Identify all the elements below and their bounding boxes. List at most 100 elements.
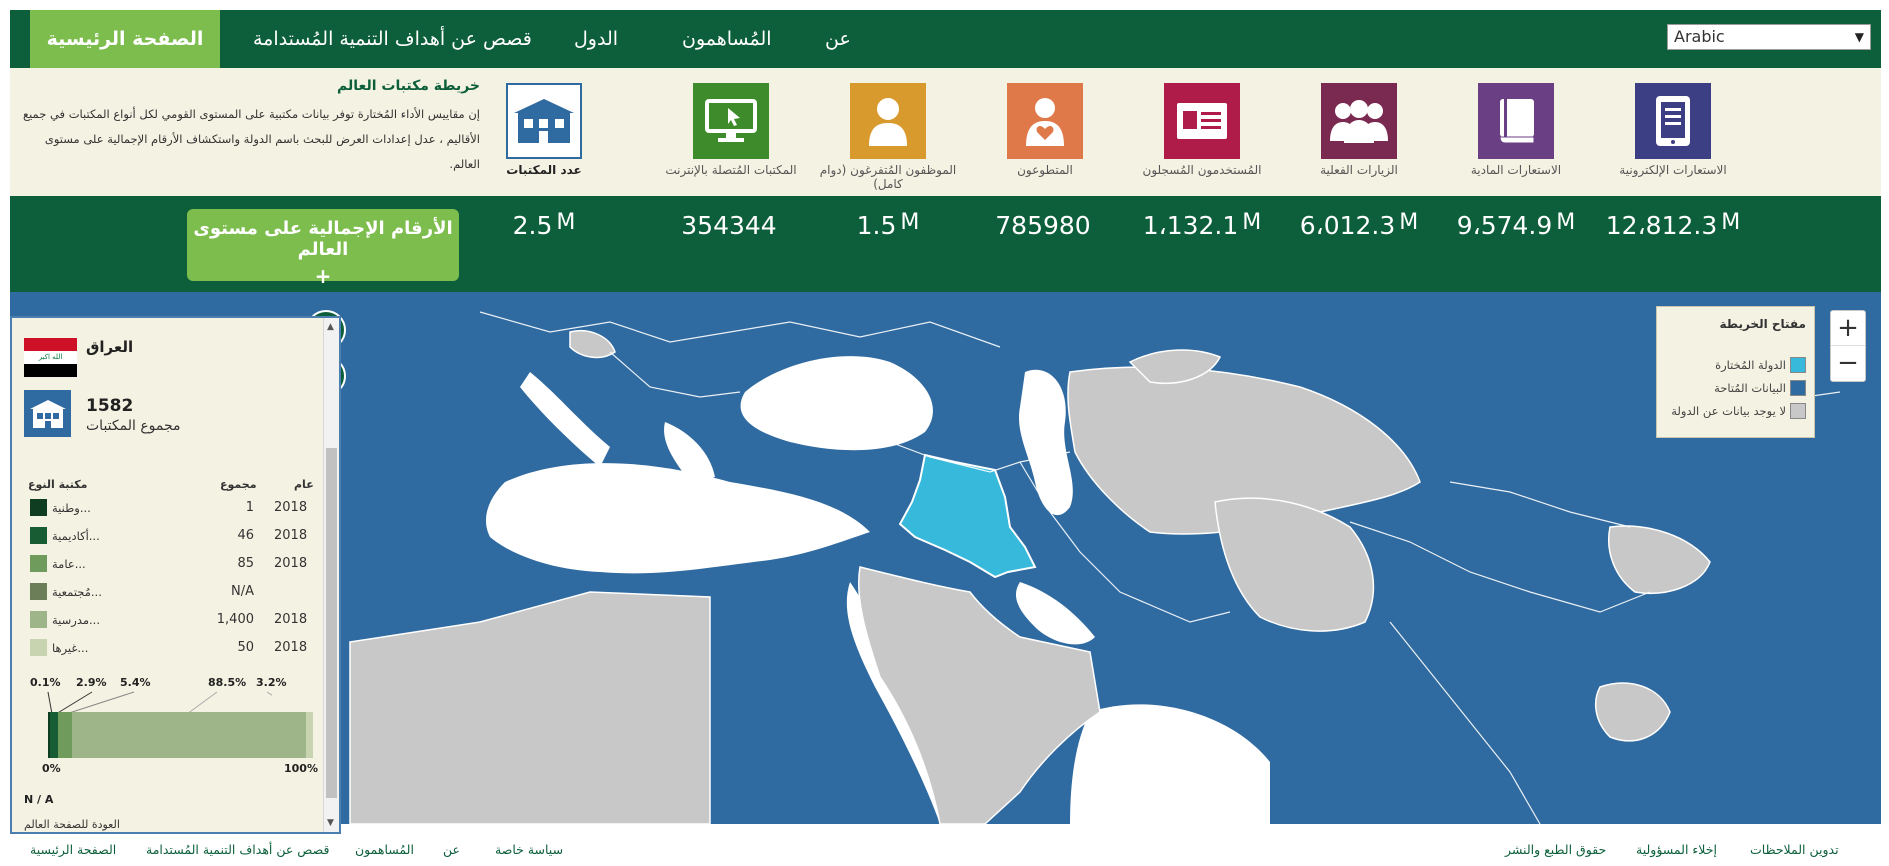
volunteer-icon <box>1007 83 1083 159</box>
map-legend: مفتاح الخريطة الدولة المُختارة البيانات … <box>1656 306 1815 438</box>
table-row: مُجتمعية... N/A <box>12 582 322 608</box>
row-total: N/A <box>231 584 254 599</box>
row-swatch <box>30 499 47 516</box>
nav-sdg-stories[interactable]: قصص عن أهداف التنمية المُستدامة <box>253 10 532 68</box>
chevron-down-icon: ▼ <box>1854 30 1864 44</box>
iraq-selected[interactable] <box>898 453 1037 579</box>
legend-title: مفتاح الخريطة <box>1719 317 1806 331</box>
tablet-icon <box>1635 83 1711 159</box>
intro-title: خريطة مكتبات العالم <box>337 78 480 94</box>
footer-home[interactable]: الصفحة الرئيسية <box>30 842 116 857</box>
metric-label: الزيارات الفعلية <box>1320 163 1398 177</box>
row-swatch <box>30 555 47 572</box>
footer-privacy[interactable]: سياسة خاصة <box>495 842 563 857</box>
metric-visits[interactable]: الزيارات الفعلية <box>1279 83 1439 177</box>
row-year: 2018 <box>274 556 308 571</box>
computer-icon <box>693 83 769 159</box>
metric-label: المُستخدمون المُسجلون <box>1142 163 1262 177</box>
library-icon <box>506 83 582 159</box>
library-count: 1582 <box>86 396 134 416</box>
back-to-world-link[interactable]: العودة للصفحة العالم <box>24 818 120 831</box>
nav-countries[interactable]: الدول <box>574 10 618 68</box>
pct-label: 88.5% <box>208 676 247 689</box>
library-count-caption: مجموع المكتبات <box>86 418 181 434</box>
zoom-out-button[interactable]: − <box>1831 346 1865 381</box>
id-card-icon <box>1164 83 1240 159</box>
legend-swatch <box>1790 356 1806 373</box>
persian-gulf <box>1015 582 1095 645</box>
adriatic-sea <box>520 372 610 467</box>
zoom-control: + − <box>1830 310 1866 382</box>
metric-internet-libraries[interactable]: المكتبات المُتصلة بالإنترنت <box>651 83 811 177</box>
library-type-bar <box>48 712 313 758</box>
language-select[interactable]: Arabic ▼ <box>1667 24 1871 50</box>
global-totals-label: الأرقام الإجمالية على مستوى العالم <box>193 218 453 260</box>
metric-label: عدد المكتبات <box>506 163 582 177</box>
zoom-in-button[interactable]: + <box>1831 311 1865 346</box>
pct-label: 0.1% <box>30 676 61 689</box>
metric-library-count[interactable]: عدد المكتبات <box>464 83 624 177</box>
book-icon <box>1478 83 1554 159</box>
metric-label: الاستعارات الإلكترونية <box>1619 163 1727 177</box>
row-swatch <box>30 611 47 628</box>
arabia-nodata <box>857 566 1101 824</box>
row-swatch <box>30 527 47 544</box>
country-panel: الله اكبر العراق 1582 مجموع المكتبات مكت… <box>10 316 341 834</box>
row-total: 46 <box>237 528 254 543</box>
metric-physical-loans[interactable]: الاستعارات المادية <box>1436 83 1596 177</box>
total-internet-libraries: 354344 <box>681 211 777 240</box>
nav-about[interactable]: عن <box>825 10 851 68</box>
panel-scrollbar[interactable]: ▲ ▼ <box>323 318 339 832</box>
afghanistan-pakistan-nodata <box>1214 497 1375 632</box>
row-year: 2018 <box>274 528 308 543</box>
total-staff: 1.5 M <box>856 210 920 240</box>
scroll-down-icon[interactable]: ▼ <box>327 818 334 828</box>
footer-sdg-stories[interactable]: قصص عن أهداف التنمية المُستدامة <box>146 842 329 857</box>
footer-copyright[interactable]: حقوق الطبع والنشر <box>1505 842 1606 857</box>
row-total: 1 <box>245 500 254 515</box>
row-year: 2018 <box>274 612 308 627</box>
bar-segment-school <box>72 712 306 758</box>
metric-band: خريطة مكتبات العالم إن مقاييس الأداء الم… <box>10 68 1881 196</box>
metric-electronic-loans[interactable]: الاستعارات الإلكترونية <box>1593 83 1753 177</box>
metric-label: المكتبات المُتصلة بالإنترنت <box>665 163 797 177</box>
north-africa-nodata <box>349 591 711 824</box>
table-row: غيرها... 50 2018 <box>12 638 322 664</box>
footer-contributors[interactable]: المُساهمون <box>355 842 414 857</box>
intro-body: إن مقاييس الأداء المُختارة توفر بيانات م… <box>22 107 480 171</box>
metric-volunteers[interactable]: المتطوعون <box>965 83 1125 177</box>
global-totals-button[interactable]: الأرقام الإجمالية على مستوى العالم + <box>187 209 459 288</box>
balkans-nodata <box>569 330 616 359</box>
row-swatch <box>30 639 47 656</box>
table-row: مدرسية... 1,400 2018 <box>12 610 322 636</box>
metric-registered-users[interactable]: المُستخدمون المُسجلون <box>1122 83 1282 177</box>
axis-min-label: 0% <box>42 762 61 775</box>
language-value: Arabic <box>1674 27 1725 46</box>
total-physical-loans: 9،574.9 M <box>1456 210 1576 240</box>
row-swatch <box>30 583 47 600</box>
global-totals-bar: الأرقام الإجمالية على مستوى العالم + 2.5… <box>10 196 1881 292</box>
caspian-sea <box>1018 369 1073 516</box>
row-total: 85 <box>237 556 254 571</box>
na-note: N / A <box>24 793 54 806</box>
table-row: عامة... 85 2018 <box>12 554 322 580</box>
flag-inscription: الله اكبر <box>24 351 77 364</box>
country-name: العراق <box>86 338 134 356</box>
footer-disclaimer[interactable]: إخلاء المسؤولية <box>1636 842 1717 857</box>
scroll-thumb[interactable] <box>326 448 337 798</box>
metric-label: المتطوعون <box>1017 163 1073 177</box>
row-total: 1,400 <box>216 612 254 627</box>
footer-about[interactable]: عن <box>443 842 460 857</box>
pct-label: 2.9% <box>76 676 107 689</box>
east-asia-nodata <box>1608 525 1711 594</box>
iraq-flag: الله اكبر <box>24 338 77 377</box>
metric-staff[interactable]: الموظفون المُتفرغون (دوام كامل) <box>808 83 968 191</box>
nav-contributors[interactable]: المُساهمون <box>682 10 772 68</box>
scroll-up-icon[interactable]: ▲ <box>327 322 334 332</box>
person-icon <box>850 83 926 159</box>
nav-home-tab[interactable]: الصفحة الرئيسية <box>30 10 220 68</box>
plus-icon: + <box>314 264 332 288</box>
footer-feedback[interactable]: تدوين الملاحظات <box>1750 842 1839 857</box>
arabian-sea <box>1070 704 1270 824</box>
bar-segment-other <box>306 712 313 758</box>
